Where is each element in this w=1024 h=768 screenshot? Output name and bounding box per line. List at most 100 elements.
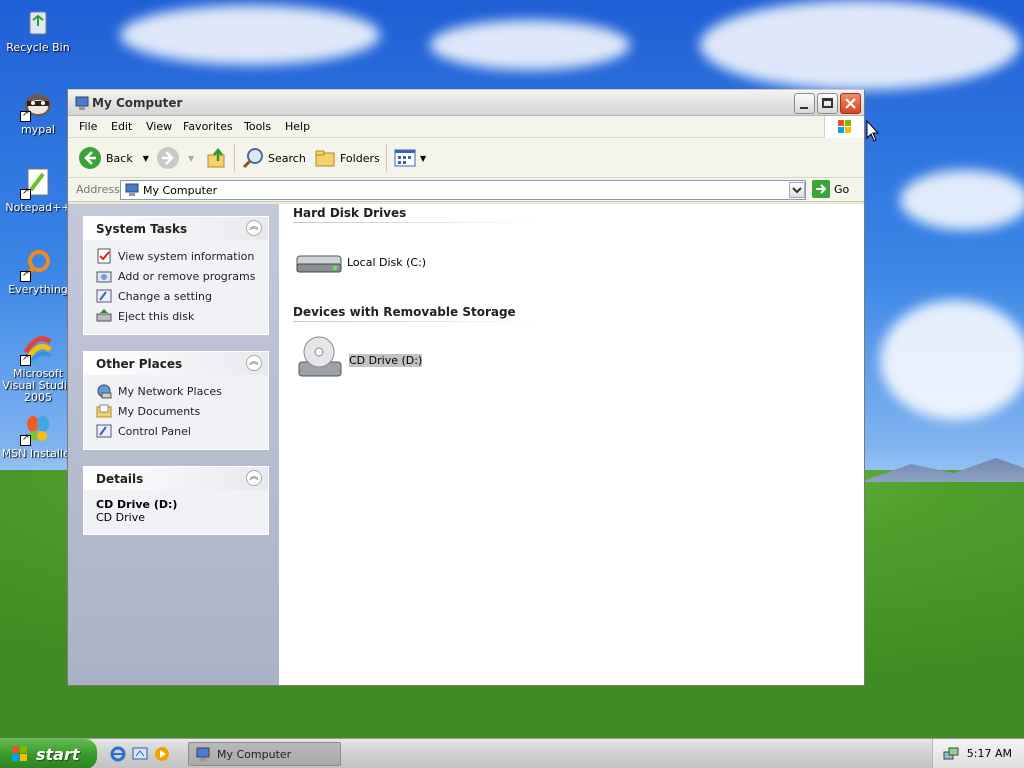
- back-button[interactable]: Back ▼: [78, 146, 149, 170]
- desktop-icon-label: MSN Installer: [1, 447, 75, 460]
- taskbar-button-my-computer[interactable]: My Computer: [188, 742, 341, 766]
- desktop-icon-label: Recycle Bin: [6, 41, 70, 54]
- media-player-icon[interactable]: [154, 746, 170, 762]
- system-tasks-header[interactable]: System Tasks ︽: [84, 217, 268, 240]
- collapse-icon[interactable]: ︽: [246, 470, 262, 486]
- collapse-icon[interactable]: ︽: [246, 220, 262, 236]
- address-dropdown-button[interactable]: [789, 182, 805, 198]
- group-divider: [293, 321, 543, 322]
- shortcut-arrow-icon: [20, 433, 31, 446]
- up-folder-button[interactable]: [206, 146, 228, 170]
- up-folder-icon: [207, 147, 225, 168]
- shortcut-arrow-icon: [20, 353, 31, 366]
- computer-icon: [196, 747, 210, 761]
- menu-favorites[interactable]: Favorites: [183, 120, 233, 133]
- task-add-remove-programs[interactable]: Add or remove programs: [96, 266, 268, 286]
- menu-file[interactable]: File: [79, 120, 97, 133]
- taskbar-button-label: My Computer: [217, 747, 292, 761]
- my-documents-icon: [96, 404, 112, 418]
- desktop-icon-label: Everything: [8, 283, 68, 296]
- control-panel-icon: [96, 424, 112, 438]
- task-change-setting[interactable]: Change a setting: [96, 286, 268, 306]
- task-pane: System Tasks ︽ View system information A…: [68, 204, 279, 685]
- desktop-icon-notepadpp[interactable]: Notepad++: [0, 166, 76, 214]
- address-bar: Address My Computer Go: [68, 178, 864, 202]
- mypal-raccoon-icon: [20, 88, 54, 122]
- group-divider: [293, 222, 543, 223]
- msn-butterfly-icon: [20, 412, 54, 446]
- views-dropdown-icon: ▼: [420, 153, 427, 163]
- details-panel: Details ︽ CD Drive (D:) CD Drive: [83, 466, 269, 535]
- eject-disk-icon: [96, 309, 112, 322]
- search-icon: [242, 148, 263, 169]
- close-button[interactable]: [840, 93, 861, 114]
- drive-local-disk-c[interactable]: Local Disk (C:): [295, 246, 426, 278]
- other-places-panel: Other Places ︽ My Network Places My Docu…: [83, 351, 269, 450]
- task-eject-disk[interactable]: Eject this disk: [96, 306, 268, 326]
- desktop-icon-msn-installer[interactable]: MSN Installer: [0, 412, 76, 460]
- back-dropdown-icon[interactable]: ▼: [143, 154, 149, 163]
- start-button[interactable]: start: [0, 739, 97, 768]
- place-control-panel[interactable]: Control Panel: [96, 421, 268, 441]
- menu-view[interactable]: View: [146, 120, 172, 133]
- menu-tools[interactable]: Tools: [244, 120, 271, 133]
- visual-studio-icon: [20, 332, 54, 366]
- menu-help[interactable]: Help: [285, 120, 310, 133]
- other-places-header[interactable]: Other Places ︽: [84, 352, 268, 375]
- clock[interactable]: 5:17 AM: [967, 747, 1012, 760]
- desktop-icon-visual-studio[interactable]: Microsoft Visual Studio 2005: [0, 332, 76, 404]
- address-input[interactable]: My Computer: [120, 180, 806, 200]
- shortcut-arrow-icon: [20, 269, 31, 282]
- windows-logo-icon: [824, 116, 864, 138]
- folders-icon: [315, 150, 335, 167]
- network-tray-icon[interactable]: [943, 746, 959, 762]
- details-header[interactable]: Details ︽: [84, 467, 268, 490]
- network-places-icon: [97, 384, 112, 399]
- views-button[interactable]: ▼: [394, 146, 426, 170]
- place-my-documents[interactable]: My Documents: [96, 401, 268, 421]
- computer-icon: [125, 183, 139, 196]
- system-info-icon: [97, 248, 111, 264]
- task-view-system-information[interactable]: View system information: [96, 246, 268, 266]
- desktop-icon-mypal[interactable]: mypal: [0, 88, 76, 136]
- forward-button[interactable]: ▼: [156, 146, 194, 170]
- maximize-button[interactable]: [817, 93, 838, 114]
- control-panel-icon: [96, 289, 112, 303]
- folders-button[interactable]: Folders: [314, 146, 380, 170]
- drive-cd-drive-d[interactable]: CD Drive (D:): [295, 334, 423, 386]
- cloud: [700, 0, 1020, 90]
- task-label: Change a setting: [118, 289, 212, 303]
- cloud: [900, 170, 1024, 230]
- desktop-mountains: [860, 458, 1024, 482]
- everything-search-icon: [20, 248, 54, 282]
- shortcut-arrow-icon: [20, 187, 31, 200]
- window-titlebar[interactable]: My Computer: [68, 90, 864, 116]
- minimize-button[interactable]: [794, 93, 815, 114]
- task-label: Eject this disk: [118, 309, 195, 323]
- taskbar: start My Computer 5:17 AM: [0, 738, 1024, 768]
- system-tasks-panel: System Tasks ︽ View system information A…: [83, 216, 269, 335]
- show-desktop-icon[interactable]: [132, 746, 148, 762]
- collapse-icon[interactable]: ︽: [246, 355, 262, 371]
- mouse-cursor-icon: [866, 120, 880, 142]
- system-tray: 5:17 AM: [932, 739, 1024, 768]
- hard-disk-icon: [296, 255, 342, 273]
- desktop-icon-recycle-bin[interactable]: Recycle Bin: [0, 6, 76, 54]
- internet-explorer-icon[interactable]: [110, 746, 126, 762]
- window-title: My Computer: [92, 96, 183, 110]
- search-button[interactable]: Search: [242, 146, 306, 170]
- place-my-network-places[interactable]: My Network Places: [96, 381, 268, 401]
- go-arrow-icon: [812, 180, 830, 198]
- details-type: CD Drive: [96, 511, 145, 524]
- address-value: My Computer: [143, 184, 218, 197]
- go-button[interactable]: Go: [812, 180, 849, 198]
- desktop-icon-everything[interactable]: Everything: [0, 248, 76, 296]
- window-body: System Tasks ︽ View system information A…: [68, 204, 864, 685]
- menu-edit[interactable]: Edit: [111, 120, 132, 133]
- details-title: Details: [96, 472, 144, 486]
- toolbar: Back ▼ ▼ Search Folders ▼: [68, 138, 864, 178]
- menu-bar: File Edit View Favorites Tools Help: [68, 116, 864, 138]
- back-label: Back: [106, 151, 133, 165]
- desktop-icon-label: Notepad++: [5, 201, 71, 214]
- cloud: [430, 20, 630, 70]
